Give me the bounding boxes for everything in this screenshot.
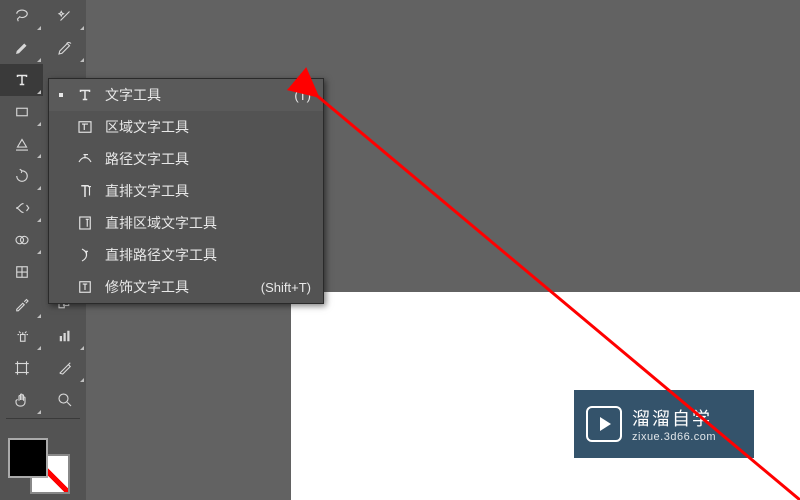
watermark-subtitle: zixue.3d66.com xyxy=(632,431,716,443)
color-swatches[interactable] xyxy=(8,438,64,494)
type-tool[interactable] xyxy=(0,64,43,96)
fill-swatch[interactable] xyxy=(8,438,48,478)
flyout-item-label: 文字工具 xyxy=(105,85,284,105)
vertical-text-icon xyxy=(75,182,95,200)
watermark-title: 溜溜自学 xyxy=(632,405,716,431)
flyout-item-touch-type[interactable]: 修饰文字工具 (Shift+T) xyxy=(49,271,323,303)
flyout-item-path-type[interactable]: 路径文字工具 xyxy=(49,143,323,175)
flyout-item-shortcut: (Shift+T) xyxy=(261,280,311,295)
vertical-path-text-icon xyxy=(75,246,95,264)
flyout-item-label: 直排文字工具 xyxy=(105,181,311,201)
flyout-item-vertical-path-type[interactable]: 直排路径文字工具 xyxy=(49,239,323,271)
flyout-item-label: 直排路径文字工具 xyxy=(105,245,311,265)
path-text-icon xyxy=(75,150,95,168)
mesh-tool[interactable] xyxy=(0,256,43,288)
selected-indicator-icon xyxy=(57,93,65,97)
column-graph-tool[interactable] xyxy=(43,320,86,352)
symbol-sprayer-tool[interactable] xyxy=(0,320,43,352)
area-text-icon xyxy=(75,118,95,136)
pen-tool[interactable] xyxy=(0,32,43,64)
type-tool-flyout: 文字工具 (T) 区域文字工具 路径文字工具 直排文字工具 直排区域文字工具 xyxy=(48,78,324,304)
zoom-tool[interactable] xyxy=(43,384,86,416)
vertical-area-text-icon xyxy=(75,214,95,232)
lasso-tool[interactable] xyxy=(0,0,43,32)
play-icon xyxy=(586,406,622,442)
rotate-tool[interactable] xyxy=(0,160,43,192)
hand-tool[interactable] xyxy=(0,384,43,416)
artboard-tool[interactable] xyxy=(0,352,43,384)
flyout-item-label: 区域文字工具 xyxy=(105,117,311,137)
flyout-item-shortcut: (T) xyxy=(294,88,311,103)
flyout-item-area-type[interactable]: 区域文字工具 xyxy=(49,111,323,143)
eyedropper-tool[interactable] xyxy=(0,288,43,320)
flyout-item-label: 路径文字工具 xyxy=(105,149,311,169)
shaper-tool[interactable] xyxy=(0,128,43,160)
flyout-item-label: 修饰文字工具 xyxy=(105,277,251,297)
flyout-item-vertical-area-type[interactable]: 直排区域文字工具 xyxy=(49,207,323,239)
flyout-item-vertical-type[interactable]: 直排文字工具 xyxy=(49,175,323,207)
magic-wand-tool[interactable] xyxy=(43,0,86,32)
slice-tool[interactable] xyxy=(43,352,86,384)
flyout-item-type[interactable]: 文字工具 (T) xyxy=(49,79,323,111)
flyout-item-label: 直排区域文字工具 xyxy=(105,213,311,233)
rectangle-tool[interactable] xyxy=(0,96,43,128)
text-icon xyxy=(75,86,95,104)
shape-builder-tool[interactable] xyxy=(0,224,43,256)
curvature-tool[interactable] xyxy=(43,32,86,64)
width-tool[interactable] xyxy=(0,192,43,224)
watermark: 溜溜自学 zixue.3d66.com xyxy=(574,390,754,458)
touch-text-icon xyxy=(75,278,95,296)
